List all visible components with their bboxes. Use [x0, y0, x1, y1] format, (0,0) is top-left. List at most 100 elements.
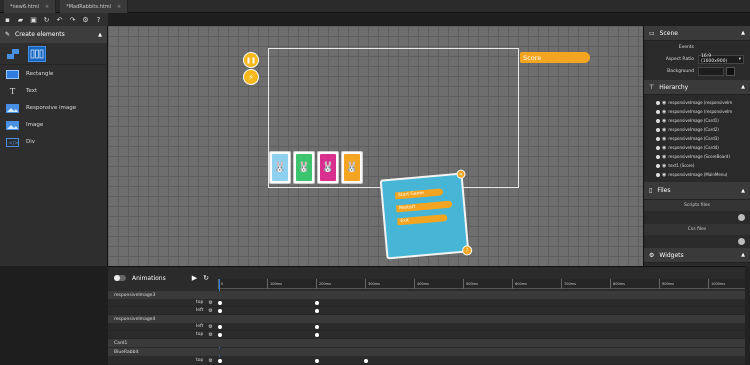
color-picker-swatch[interactable] — [726, 66, 735, 76]
events-row[interactable]: Events — [644, 41, 750, 53]
eye-icon[interactable]: ◉ — [662, 109, 666, 115]
keyframe[interactable] — [364, 359, 368, 363]
add-script-button[interactable] — [738, 214, 745, 221]
hierarchy-item[interactable]: ◉ responsiveImage (Card1) — [644, 116, 750, 125]
hierarchy-item[interactable]: ◉ responsiveImage (responsiveIm — [644, 98, 750, 107]
collapse-icon[interactable]: ▲ — [741, 84, 745, 90]
keyframe[interactable] — [315, 333, 319, 337]
track-group[interactable]: BlueRabbit — [108, 348, 750, 356]
track-property[interactable]: top ⚙ — [108, 299, 750, 307]
hierarchy-item[interactable]: ◉ responsiveImage (MainMenu) — [644, 170, 750, 179]
collapse-icon[interactable]: ▲ — [741, 30, 745, 36]
eye-icon[interactable]: ◉ — [662, 127, 666, 133]
animations-toggle[interactable] — [114, 275, 126, 281]
eye-icon[interactable]: ◉ — [662, 163, 666, 169]
keyframe[interactable] — [315, 309, 319, 313]
play-icon[interactable]: ▶ — [192, 274, 197, 282]
hierarchy-section-header[interactable]: ⊤ Hierarchy ▲ — [644, 80, 750, 95]
scripts-files-header[interactable]: Scripts files — [644, 200, 750, 211]
tab-new6[interactable]: *new6.html × — [4, 0, 57, 13]
track-property[interactable]: top ⚙ — [108, 331, 750, 339]
eye-icon[interactable]: ◉ — [662, 145, 666, 151]
eye-icon[interactable]: ◉ — [662, 154, 666, 160]
eye-icon[interactable]: ◉ — [662, 100, 666, 106]
aspect-ratio-select[interactable]: 16:9 (1600x900) ▾ — [698, 54, 744, 64]
add-css-button[interactable] — [738, 238, 745, 245]
settings-icon[interactable]: ⚙ — [81, 15, 90, 24]
sound-icon[interactable]: ♪ — [461, 244, 473, 256]
collapse-icon[interactable]: ▲ — [741, 188, 745, 194]
files-section-header[interactable]: ▯ Files ▲ — [644, 182, 750, 200]
tab-madrabbits[interactable]: *MadRabbits.html × — [60, 0, 129, 13]
keyframe[interactable] — [218, 309, 222, 313]
powerup-button[interactable]: ⚡ — [243, 69, 259, 85]
track-property[interactable]: top ⚙ — [108, 357, 750, 365]
scene-section-header[interactable]: ▭ Scene ▲ — [644, 26, 750, 41]
menu-item-restart[interactable]: Restart — [395, 200, 453, 213]
pause-button[interactable]: ❚❚ — [243, 52, 259, 68]
create-rectangle[interactable]: Rectangle — [0, 66, 107, 82]
card-2[interactable]: 🐰 — [293, 151, 315, 184]
timeline-scrollbar[interactable] — [745, 266, 750, 365]
menu-item-start[interactable]: Start Game — [394, 188, 444, 200]
tab-close-icon[interactable]: × — [117, 4, 121, 10]
gear-icon[interactable]: ⚙ — [208, 300, 212, 306]
layers-mode-button[interactable] — [4, 46, 22, 62]
track-property[interactable]: left ⚙ — [108, 307, 750, 315]
keyframe[interactable] — [218, 301, 222, 305]
tab-close-icon[interactable]: × — [45, 4, 49, 10]
keyframe[interactable] — [218, 325, 222, 329]
keyframe[interactable] — [315, 301, 319, 305]
collapse-icon[interactable]: ▲ — [741, 252, 745, 258]
eye-icon[interactable]: ◉ — [662, 118, 666, 124]
card-4[interactable]: 🐰 — [341, 151, 363, 184]
hierarchy-item[interactable]: ◉ responsiveImage (Card2) — [644, 125, 750, 134]
hierarchy-item[interactable]: ◉ responsiveImage (responsiveIm — [644, 107, 750, 116]
hierarchy-item[interactable]: ◉ text1 (Score) — [644, 161, 750, 170]
keyframe[interactable] — [218, 359, 222, 363]
css-files-header[interactable]: Css files — [644, 224, 750, 235]
create-text[interactable]: T Text — [0, 83, 107, 99]
widgets-section-header[interactable]: ⚙ Widgets ▲ — [644, 248, 750, 263]
eye-icon[interactable]: ◉ — [662, 172, 666, 178]
save-icon[interactable]: ▣ — [29, 15, 38, 24]
create-div[interactable]: </> Div — [0, 134, 107, 150]
timeline-ruler[interactable]: 0 100ms 200ms 300ms 400ms 500ms 600ms 700ms 800m… — [218, 279, 750, 289]
hierarchy-item[interactable]: ◉ responsiveImage (ScoreBoard) — [644, 152, 750, 161]
track-group[interactable]: responsiveImage4 — [108, 315, 750, 323]
create-image[interactable]: Image — [0, 117, 107, 133]
refresh-icon[interactable]: ↻ — [42, 15, 51, 24]
card-1[interactable]: 🐰 — [269, 151, 291, 184]
score-board[interactable]: Score — [520, 52, 590, 63]
hierarchy-item[interactable]: ◉ responsiveImage (Card3) — [644, 134, 750, 143]
create-responsive-image[interactable]: Responsive image — [0, 100, 107, 116]
main-menu-panel[interactable]: Start Game Restart Exit × ♪ — [379, 169, 473, 260]
design-canvas[interactable]: ❚❚ ⚡ Score 🐰 🐰 🐰 🐰 Start Game Restart Ex… — [108, 26, 643, 266]
track-group[interactable]: Card1 — [108, 339, 750, 347]
replay-icon[interactable]: ↻ — [203, 274, 209, 282]
hierarchy-item[interactable]: ◉ responsiveImage (Card4) — [644, 143, 750, 152]
undo-icon[interactable]: ↶ — [55, 15, 64, 24]
open-folder-icon[interactable]: ▰ — [16, 15, 25, 24]
background-color-input[interactable] — [698, 66, 724, 76]
keyframe[interactable] — [315, 359, 319, 363]
keyframe[interactable] — [315, 325, 319, 329]
new-file-icon[interactable]: ▪ — [3, 15, 12, 24]
help-icon[interactable]: ? — [94, 15, 103, 24]
grid-mode-button[interactable] — [28, 45, 46, 62]
redo-icon[interactable]: ↷ — [68, 15, 77, 24]
create-elements-header[interactable]: ✎ Create elements ▲ — [0, 26, 107, 43]
track-property[interactable]: left ⚙ — [108, 323, 750, 331]
collapse-icon[interactable]: ▲ — [98, 32, 102, 38]
card-3[interactable]: 🐰 — [317, 151, 339, 184]
menu-item-exit[interactable]: Exit — [397, 214, 448, 226]
keyframe[interactable] — [218, 333, 222, 337]
score-label: Score — [523, 53, 542, 62]
gear-icon[interactable]: ⚙ — [208, 358, 212, 364]
gear-icon[interactable]: ⚙ — [208, 332, 212, 338]
gear-icon[interactable]: ⚙ — [208, 324, 212, 330]
background-label: Background — [667, 68, 694, 74]
track-group[interactable]: responsiveImage3 — [108, 291, 750, 299]
eye-icon[interactable]: ◉ — [662, 136, 666, 142]
gear-icon[interactable]: ⚙ — [208, 308, 212, 314]
